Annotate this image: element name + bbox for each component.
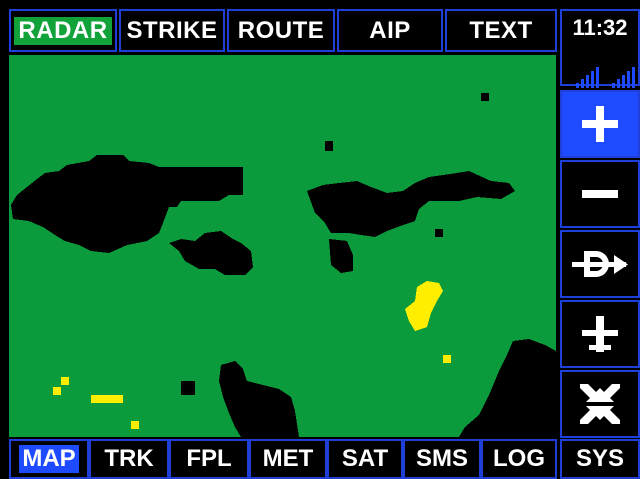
zoom-out-button[interactable]: [560, 160, 640, 228]
signal-bars-icon: [576, 66, 602, 88]
tab-trk[interactable]: TRK: [89, 439, 169, 479]
tab-aip-label: AIP: [369, 16, 411, 44]
tab-sys-label: SYS: [575, 445, 625, 472]
tab-sat[interactable]: SAT: [327, 439, 403, 479]
tab-met[interactable]: MET: [249, 439, 327, 479]
aircraft-icon: [582, 316, 618, 352]
tab-met-label: MET: [262, 445, 314, 472]
tab-map-label: MAP: [19, 445, 79, 473]
radar-map-canvas: [9, 55, 556, 437]
clock-time: 11:32: [572, 15, 628, 40]
tab-fpl[interactable]: FPL: [169, 439, 249, 479]
tab-fpl-label: FPL: [186, 445, 232, 472]
tab-strike[interactable]: STRIKE: [119, 9, 225, 52]
aircraft-button[interactable]: [560, 300, 640, 368]
plus-icon: [582, 106, 618, 142]
tab-sys[interactable]: SYS: [560, 439, 640, 479]
tab-route[interactable]: ROUTE: [227, 9, 335, 52]
tab-aip[interactable]: AIP: [337, 9, 443, 52]
tab-log[interactable]: LOG: [481, 439, 557, 479]
collapse-arrows-icon: [580, 384, 620, 424]
tab-text-label: TEXT: [469, 16, 533, 44]
tab-sat-label: SAT: [341, 445, 389, 472]
clock-panel: 11:32: [560, 9, 640, 88]
fullscreen-button[interactable]: [560, 370, 640, 438]
tab-route-label: ROUTE: [237, 16, 325, 44]
tab-text[interactable]: TEXT: [445, 9, 557, 52]
tab-sms[interactable]: SMS: [403, 439, 481, 479]
zoom-in-button[interactable]: [560, 90, 640, 158]
radar-map[interactable]: [9, 55, 556, 437]
tab-radar-label: RADAR: [14, 16, 112, 45]
tab-radar[interactable]: RADAR: [9, 9, 117, 52]
tab-map[interactable]: MAP: [9, 439, 89, 479]
tab-strike-label: STRIKE: [126, 16, 218, 44]
minus-icon: [582, 190, 618, 198]
tab-log-label: LOG: [493, 445, 545, 472]
direct-to-icon: [572, 251, 628, 277]
signal-bars-icon: [612, 66, 638, 88]
tab-sms-label: SMS: [415, 445, 468, 472]
tab-trk-label: TRK: [104, 445, 154, 472]
direct-to-button[interactable]: [560, 230, 640, 298]
